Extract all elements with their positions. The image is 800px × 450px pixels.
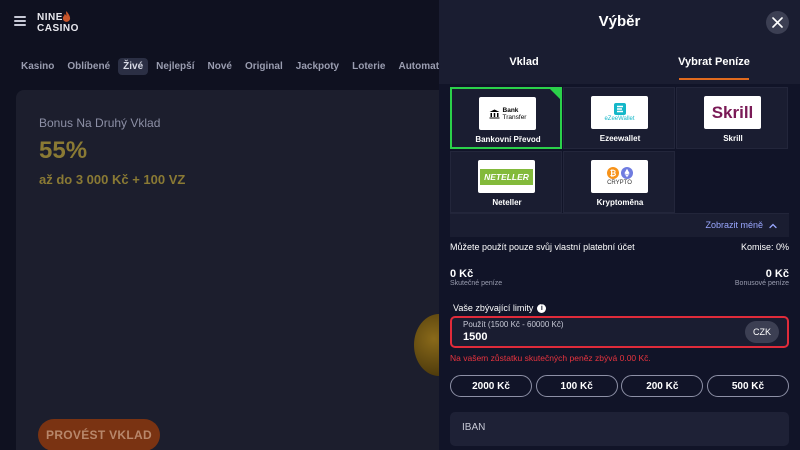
bonus-money-amount: 0 Kč [765, 268, 789, 280]
real-money-label: Skutečné peníze [450, 280, 503, 287]
info-icon[interactable]: i [537, 303, 547, 313]
payment-method-ezeewallet[interactable]: eZeeWallet Ezeewallet [563, 87, 675, 149]
nav-item-original[interactable]: Original [240, 58, 288, 75]
remaining-limits: Vaše zbývající limity i [453, 303, 547, 313]
selected-check-icon [549, 88, 561, 100]
payment-tabs: Vklad Vybrat Peníze [439, 52, 800, 80]
flame-icon [62, 11, 71, 22]
menu-icon[interactable] [14, 16, 26, 26]
nav-item-nejlepší[interactable]: Nejlepší [151, 58, 199, 75]
active-tab-indicator [679, 78, 749, 80]
nav-item-živé[interactable]: Živé [118, 58, 149, 75]
preset-amount-button[interactable]: 2000 Kč [450, 375, 532, 397]
casino-logo[interactable]: NINE CASINO [37, 12, 79, 34]
iban-field [450, 412, 789, 446]
coin-decoration [414, 314, 440, 376]
nav-item-kasino[interactable]: Kasino [16, 58, 59, 75]
bitcoin-icon: ₿ [606, 167, 619, 179]
crypto-logo-box: ₿ CRYPTO [591, 160, 648, 193]
promo-banner: Bonus Na Druhý Vklad 55% až do 3 000 Kč … [16, 90, 440, 450]
payment-method-crypto[interactable]: ₿ CRYPTO Kryptoměna [563, 151, 675, 213]
payment-method-label: Ezeewallet [599, 134, 641, 143]
skrill-logo-box: Skrill [704, 96, 761, 129]
top-bar: NINE CASINO [0, 0, 440, 48]
neteller-logo: NETELLER [478, 160, 535, 193]
ezeewallet-logo: eZeeWallet [604, 103, 635, 122]
payment-method-label: Bankovní Převod [475, 135, 541, 144]
show-less-label: Zobrazit méně [705, 220, 763, 230]
payment-method-skrill[interactable]: Skrill Skrill [676, 87, 788, 149]
nav-item-loterie[interactable]: Loterie [347, 58, 390, 75]
tab-withdraw[interactable]: Vybrat Peníze [671, 56, 757, 68]
nav-item-oblíbené[interactable]: Oblíbené [62, 58, 115, 75]
payment-method-label: Skrill [723, 134, 743, 143]
bonus-money-label: Bonusové peníze [734, 280, 789, 287]
payment-method-neteller[interactable]: NETELLER Neteller [450, 151, 562, 213]
preset-amount-button[interactable]: 500 Kč [706, 375, 789, 397]
iban-input[interactable] [462, 422, 762, 433]
crypto-logo: ₿ CRYPTO [606, 167, 633, 186]
currency-button[interactable]: CZK [745, 321, 779, 343]
ethereum-icon [620, 167, 633, 179]
app-root: NINE CASINO Kasino Oblíbené Živé Nejlepší No… [0, 0, 800, 450]
amount-presets: 2000 Kč 100 Kč 200 Kč 500 Kč [450, 375, 789, 397]
remaining-limits-label: Vaše zbývající limity [453, 303, 534, 313]
payment-method-label: Neteller [492, 198, 522, 207]
bank-transfer-logo: Bank Transfer [489, 107, 526, 121]
commission-text: Komise: 0% [740, 242, 789, 252]
amount-field-label: Použít (1500 Kč - 60000 Kč) [463, 320, 564, 329]
banner-subtitle: až do 3 000 Kč + 100 VZ [39, 172, 186, 187]
preset-amount-button[interactable]: 200 Kč [621, 375, 704, 397]
neteller-logo-box: NETELLER [478, 160, 535, 193]
payment-method-bank-transfer[interactable]: Bank Transfer Bankovní Převod [450, 87, 562, 149]
own-account-note: Můžete použít pouze svůj vlastní platebn… [450, 242, 635, 252]
nav-item-nové[interactable]: Nové [203, 58, 237, 75]
casino-background: NINE CASINO Kasino Oblíbené Živé Nejlepší No… [0, 0, 471, 450]
svg-text:₿: ₿ [609, 169, 616, 178]
preset-amount-button[interactable]: 100 Kč [535, 375, 618, 397]
payment-methods-grid: Bank Transfer Bankovní Převod eZeeWallet … [450, 87, 789, 213]
banner-percent: 55% [39, 137, 88, 164]
amount-input[interactable] [463, 331, 663, 343]
panel-title: Výběr [598, 13, 641, 30]
amount-field: Použít (1500 Kč - 60000 Kč) CZK [450, 316, 789, 348]
tab-deposit[interactable]: Vklad [481, 56, 567, 68]
show-less-button[interactable]: Zobrazit méně [450, 213, 789, 237]
chevron-up-icon [769, 223, 777, 229]
real-money-amount: 0 Kč [450, 268, 474, 280]
payment-method-label: Kryptoměna [596, 198, 644, 207]
bank-transfer-logo-box: Bank Transfer [479, 97, 536, 130]
make-deposit-button[interactable]: PROVÉST VKLAD [38, 419, 160, 450]
ezeewallet-logo-box: eZeeWallet [591, 96, 648, 129]
ezeewallet-icon [613, 103, 626, 115]
skrill-logo: Skrill [711, 102, 754, 122]
close-button[interactable] [766, 11, 789, 34]
banner-title: Bonus Na Druhý Vklad [39, 116, 161, 130]
close-icon [772, 17, 783, 28]
bank-icon [489, 109, 500, 118]
nav-item-jackpoty[interactable]: Jackpoty [291, 58, 344, 75]
category-nav: Kasino Oblíbené Živé Nejlepší Nové Original Ja… [16, 58, 479, 75]
panel-header: Výběr Vklad Vybrat Peníze [439, 0, 800, 84]
withdraw-panel: Výběr Vklad Vybrat Peníze Bank Transfer B… [439, 0, 800, 450]
balance-error-message: Na vašem zůstatku skutečných peněz zbývá… [450, 353, 651, 363]
